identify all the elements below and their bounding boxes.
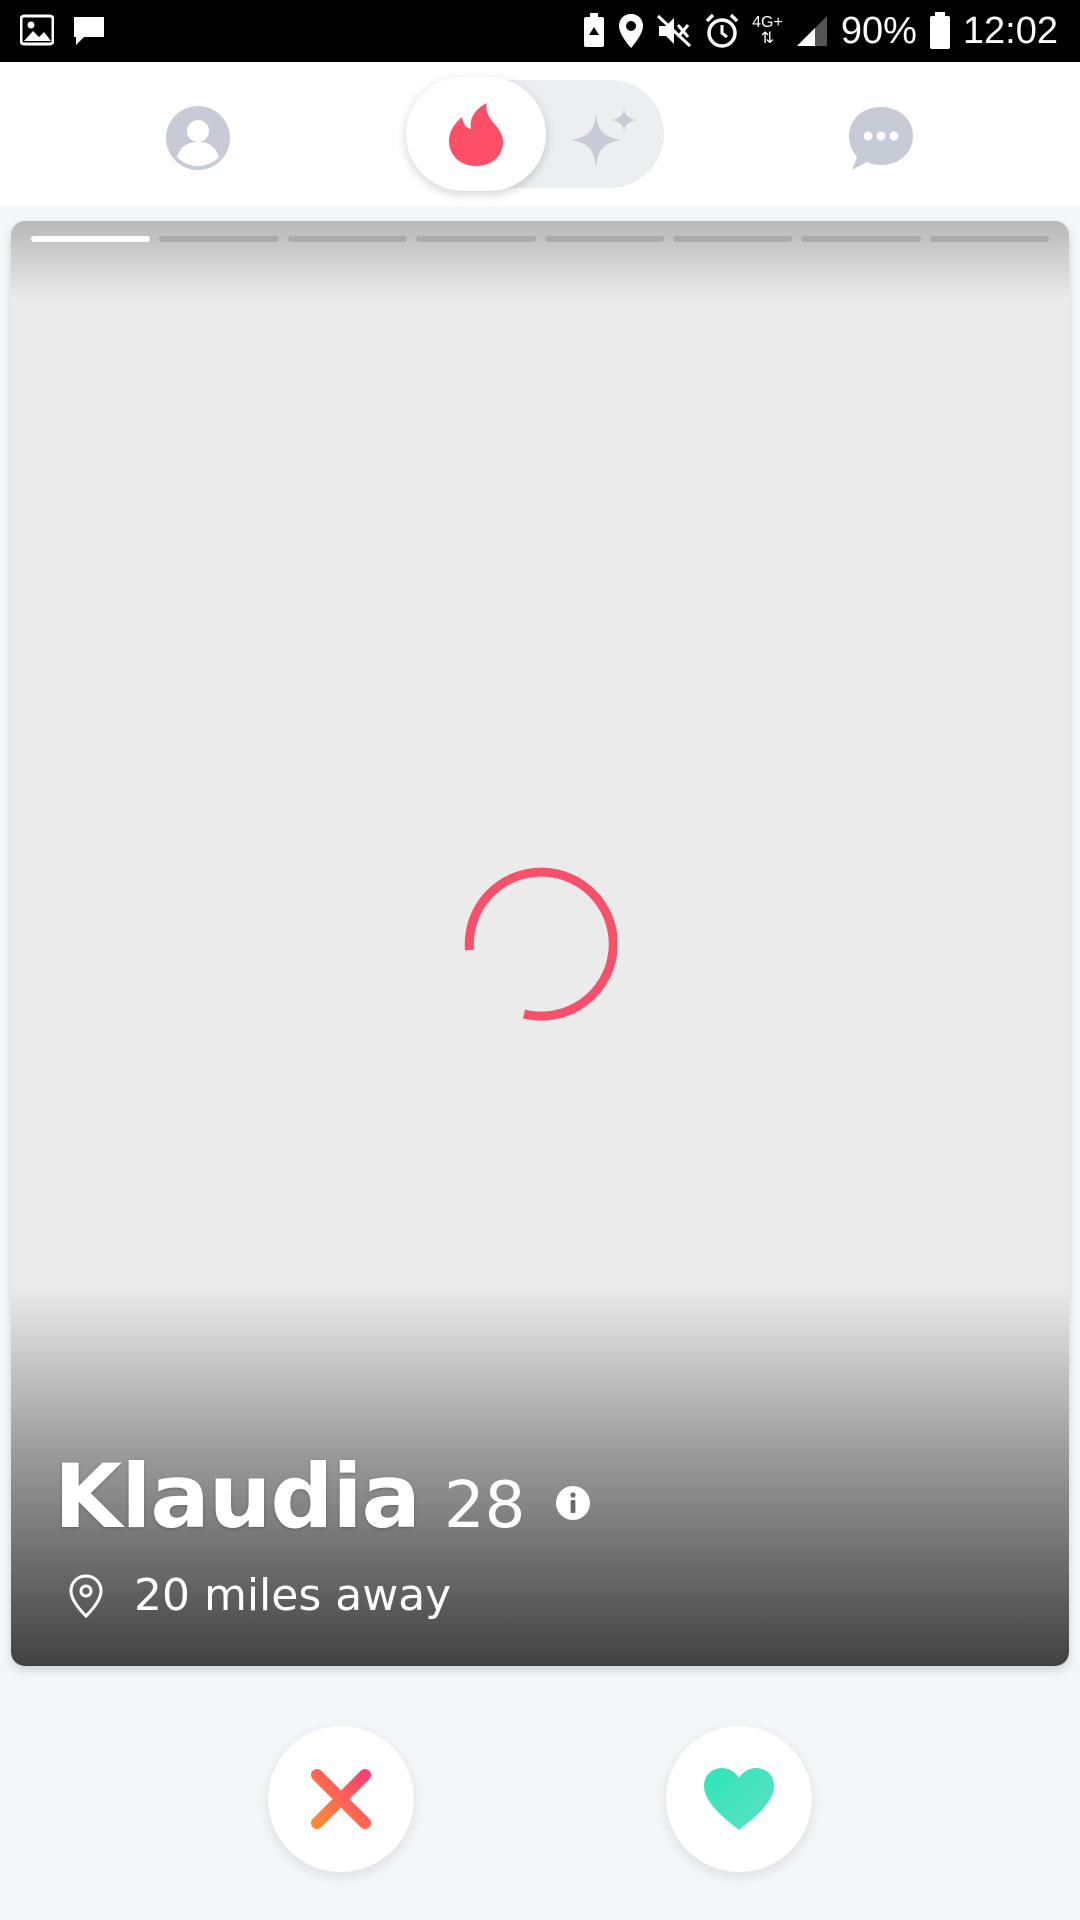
location-pin-icon bbox=[69, 1573, 103, 1618]
network-type-label: 4G+ bbox=[752, 14, 783, 31]
photo-indicator-bar[interactable] bbox=[159, 236, 279, 242]
profile-age: 28 bbox=[443, 1469, 526, 1543]
photo-indicator-bar[interactable] bbox=[544, 236, 664, 242]
battery-percent: 90% bbox=[840, 9, 917, 52]
gallery-icon bbox=[20, 14, 54, 46]
nope-button[interactable] bbox=[268, 1726, 414, 1872]
message-icon bbox=[74, 17, 104, 45]
like-button[interactable] bbox=[666, 1726, 812, 1872]
photo-indicator-bar[interactable] bbox=[801, 236, 921, 242]
profile-icon[interactable] bbox=[164, 104, 232, 172]
clock-time: 12:02 bbox=[962, 9, 1058, 52]
chat-bubble-icon[interactable] bbox=[846, 104, 916, 174]
profile-info: Klaudia 28 20 miles away bbox=[54, 1445, 591, 1621]
x-icon bbox=[311, 1769, 371, 1829]
signal-icon bbox=[796, 16, 827, 46]
photo-indicator-bar[interactable] bbox=[287, 236, 408, 242]
status-bar: 4G+ ⇅ 90% 12:02 bbox=[0, 0, 1080, 62]
mute-icon bbox=[657, 14, 692, 48]
location-icon bbox=[619, 14, 644, 48]
photo-indicator-bar[interactable] bbox=[672, 236, 793, 242]
top-navigation bbox=[0, 62, 1080, 206]
photo-indicator-bar[interactable] bbox=[416, 236, 536, 242]
profile-distance: 20 miles away bbox=[134, 1570, 452, 1621]
card-top-gradient bbox=[11, 221, 1069, 301]
data-arrows-icon: ⇅ bbox=[760, 30, 775, 47]
photo-indicator-bar[interactable] bbox=[929, 236, 1049, 242]
sparkle-icon[interactable] bbox=[568, 106, 640, 170]
photo-indicator-bar[interactable] bbox=[31, 236, 151, 242]
info-icon[interactable] bbox=[555, 1485, 591, 1521]
alarm-icon bbox=[705, 13, 739, 48]
battery-saver-icon bbox=[584, 13, 605, 47]
profile-name: Klaudia bbox=[54, 1445, 421, 1548]
battery-icon bbox=[929, 12, 950, 49]
tinder-flame-icon[interactable] bbox=[446, 102, 506, 168]
profile-card[interactable]: Klaudia 28 20 miles away bbox=[11, 221, 1069, 1666]
heart-icon bbox=[704, 1768, 774, 1830]
loading-spinner bbox=[464, 867, 617, 1021]
photo-indicator-bars bbox=[31, 236, 1049, 243]
